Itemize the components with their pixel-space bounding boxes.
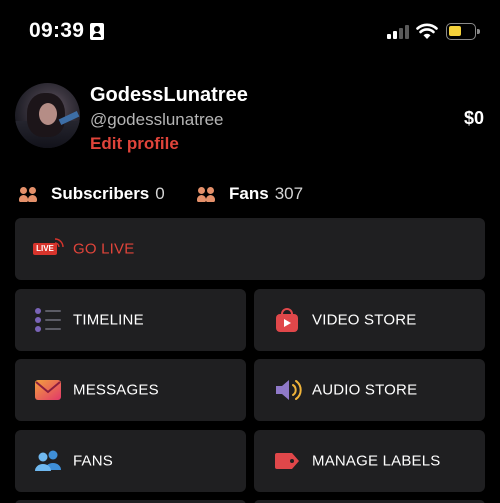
video-store-label: VIDEO STORE <box>312 311 417 329</box>
people-icon <box>19 186 37 202</box>
subscribers-stat[interactable]: Subscribers 0 <box>19 184 165 204</box>
audio-store-label: AUDIO STORE <box>312 381 418 399</box>
manage-labels-button[interactable]: MANAGE LABELS <box>254 430 485 492</box>
subscribers-label: Subscribers <box>51 184 150 203</box>
battery-icon <box>446 23 480 40</box>
fans-people-icon <box>35 450 61 471</box>
people-icon <box>197 186 215 202</box>
manage-labels-label: MANAGE LABELS <box>312 452 441 470</box>
avatar[interactable] <box>15 83 80 148</box>
live-icon: LIVE <box>33 236 64 262</box>
status-time: 09:39 <box>29 19 85 42</box>
label-tag-icon <box>275 453 299 469</box>
display-name: GodessLunatree <box>90 84 248 106</box>
wifi-icon <box>416 23 438 39</box>
video-bag-icon <box>276 308 298 332</box>
id-card-icon <box>90 23 104 40</box>
balance[interactable]: $0 <box>464 108 484 129</box>
messages-label: MESSAGES <box>73 381 159 399</box>
fans-label: Fans <box>229 184 269 203</box>
speaker-icon <box>276 380 302 400</box>
fans-menu-label: FANS <box>73 452 113 470</box>
go-live-button[interactable]: LIVE GO LIVE <box>15 218 485 280</box>
go-live-label: GO LIVE <box>73 240 135 258</box>
messages-button[interactable]: MESSAGES <box>15 359 246 421</box>
user-handle: @godesslunatree <box>90 110 224 129</box>
timeline-list-icon <box>35 308 61 332</box>
timeline-label: TIMELINE <box>73 311 144 329</box>
audio-store-button[interactable]: AUDIO STORE <box>254 359 485 421</box>
timeline-button[interactable]: TIMELINE <box>15 289 246 351</box>
envelope-icon <box>35 380 61 400</box>
cellular-signal-icon <box>387 25 409 39</box>
fans-stat[interactable]: Fans 307 <box>197 184 303 204</box>
subscribers-count: 0 <box>155 184 165 203</box>
fans-count: 307 <box>274 184 304 203</box>
status-bar: 09:39 <box>0 0 500 64</box>
fans-button[interactable]: FANS <box>15 430 246 492</box>
video-store-button[interactable]: VIDEO STORE <box>254 289 485 351</box>
edit-profile-link[interactable]: Edit profile <box>90 134 179 154</box>
